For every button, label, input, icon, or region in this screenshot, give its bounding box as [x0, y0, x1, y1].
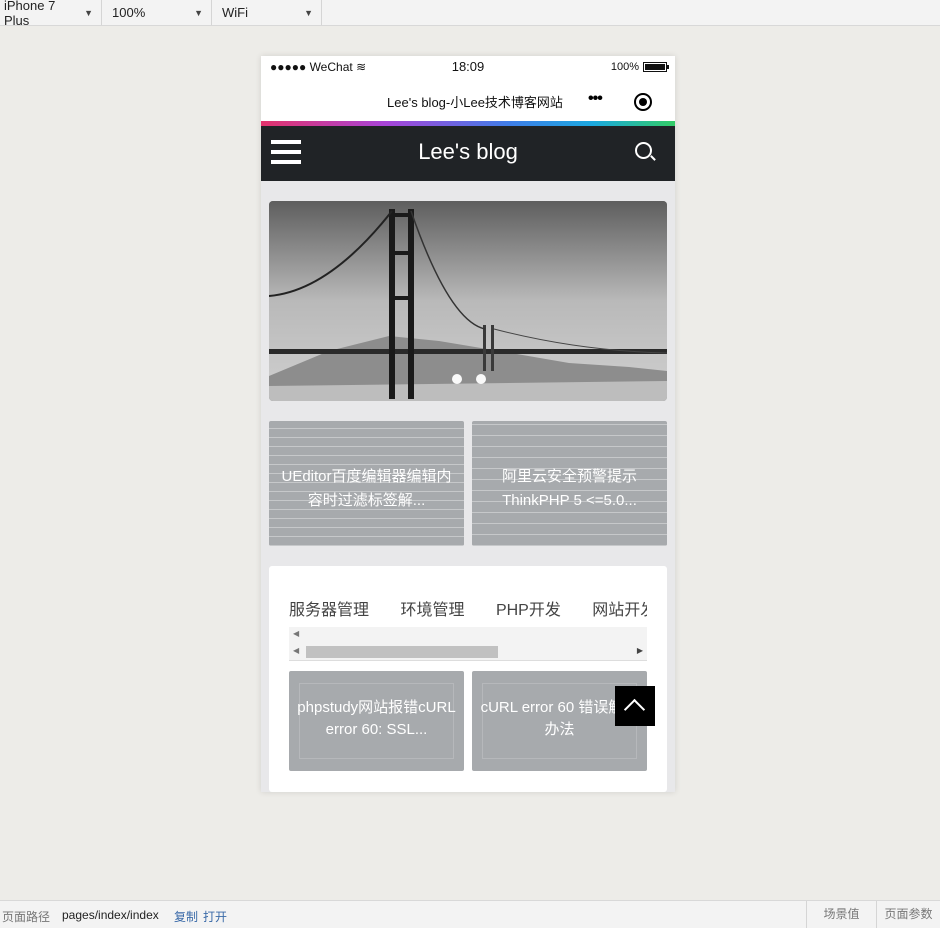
chevron-down-icon: ▼: [304, 7, 313, 18]
featured-card[interactable]: UEditor百度编辑器编辑内容时过滤标签解...: [269, 421, 464, 546]
scroll-left-icon[interactable]: ◀: [293, 629, 299, 638]
tab-category[interactable]: PHP开发: [496, 602, 561, 619]
device-select[interactable]: iPhone 7 Plus ▼: [0, 0, 102, 28]
page-params-button[interactable]: 页面参数: [876, 901, 940, 928]
battery-icon: [643, 62, 669, 72]
banner-carousel[interactable]: [269, 201, 667, 401]
chevron-down-icon: ▼: [84, 7, 93, 18]
post-card[interactable]: phpstudy网站报错cURL error 60: SSL...: [289, 671, 464, 771]
status-bar: ●●●●● WeChat ≋ 18:09 100%: [261, 56, 675, 78]
copy-link[interactable]: 复制: [174, 908, 198, 925]
tab-category[interactable]: 网站开发: [592, 602, 647, 619]
featured-card[interactable]: 阿里云安全预警提示ThinkPHP 5 <=5.0...: [472, 421, 667, 546]
page-title: Lee's blog-小Lee技术博客网站: [387, 95, 563, 110]
site-brand: Lee's blog: [418, 139, 518, 164]
bridge-image: [269, 201, 667, 401]
battery-percent: 100%: [610, 61, 639, 73]
post-card-title: phpstudy网站报错cURL error 60: SSL...: [297, 699, 456, 738]
page-path: pages/index/index: [62, 908, 159, 922]
open-link[interactable]: 打开: [203, 908, 227, 925]
tab-category[interactable]: 服务器管理: [289, 602, 369, 619]
search-icon[interactable]: [635, 142, 652, 159]
more-icon[interactable]: •••: [588, 90, 603, 108]
zoom-select[interactable]: 100% ▼: [102, 0, 212, 25]
network-select-value: WiFi: [222, 5, 248, 20]
site-header: Lee's blog: [261, 126, 675, 181]
scene-value-button[interactable]: 场景值: [806, 901, 876, 928]
tab-category[interactable]: 环境管理: [400, 602, 464, 619]
carousel-dot[interactable]: [476, 374, 486, 384]
battery-indicator: 100%: [610, 61, 669, 73]
zoom-select-value: 100%: [112, 5, 146, 20]
carousel-dots: [452, 374, 486, 384]
simulator-statusbar: 页面路径 pages/index/index 复制 打开 场景值 页面参数: [0, 900, 940, 928]
featured-card-title: 阿里云安全预警提示ThinkPHP 5 <=5.0...: [501, 468, 637, 509]
category-tabs: 服务器管理 环境管理 PHP开发 网站开发: [289, 596, 647, 620]
category-panel: 服务器管理 环境管理 PHP开发 网站开发 ◀ ◀ ▶ phpstudy网站报错…: [269, 566, 667, 792]
chevron-down-icon: ▼: [194, 7, 203, 18]
close-target-icon[interactable]: [634, 93, 652, 111]
device-select-value: iPhone 7 Plus: [4, 0, 56, 28]
featured-card-title: UEditor百度编辑器编辑内容时过滤标签解...: [281, 468, 452, 509]
simulator-toolbar: iPhone 7 Plus ▼ 100% ▼ WiFi ▼: [0, 0, 940, 28]
wechat-navbar: Lee's blog-小Lee技术博客网站 •••: [261, 78, 675, 121]
back-to-top-button[interactable]: [615, 686, 655, 726]
network-select[interactable]: WiFi ▼: [212, 0, 322, 25]
scroll-left-icon[interactable]: ◀: [293, 646, 299, 655]
carousel-dot[interactable]: [452, 374, 462, 384]
phone-simulator: ●●●●● WeChat ≋ 18:09 100% Lee's blog-小Le…: [261, 56, 675, 792]
scrollbar-thumb[interactable]: [306, 646, 498, 658]
horizontal-scrollbar[interactable]: ◀ ◀ ▶: [289, 627, 647, 661]
scroll-right-icon[interactable]: ▶: [637, 646, 643, 655]
page-path-label: 页面路径: [2, 910, 51, 924]
main-content: UEditor百度编辑器编辑内容时过滤标签解... 阿里云安全预警提示Think…: [261, 181, 675, 792]
